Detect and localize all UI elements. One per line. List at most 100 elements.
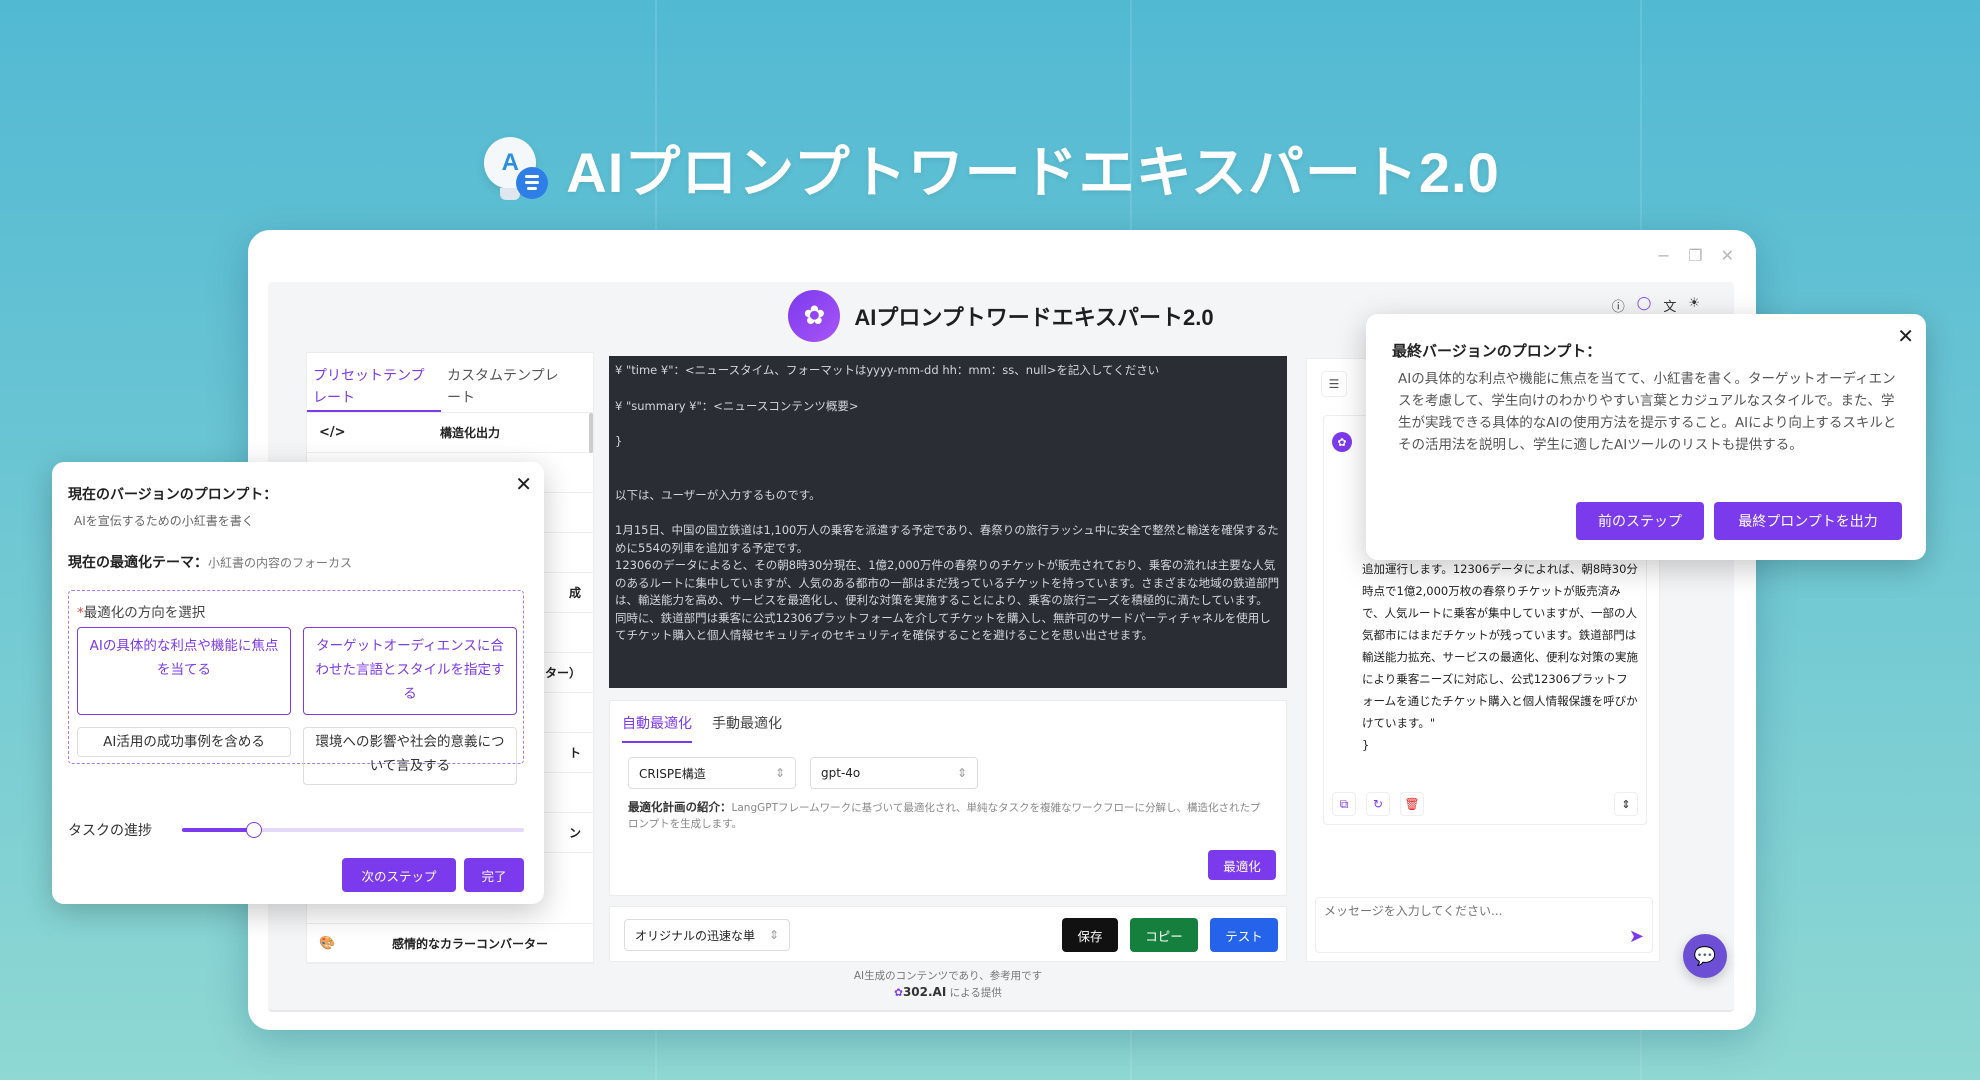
chat-icon[interactable]: ◯ <box>1637 296 1652 315</box>
done-button[interactable]: 完了 <box>464 858 524 892</box>
save-button[interactable]: 保存 <box>1062 918 1118 952</box>
editor-line: 1月15日、中国の国立鉄道は1,100万人の乗客を派遣する予定であり、春祭りの旅… <box>615 523 1279 555</box>
editor-line: 12306のデータによると、その朝8時30分現在、1億2,000万件の春祭りのチ… <box>615 558 1280 607</box>
optimization-theme: 現在の最適化テーマ：小紅書の内容のフォーカス <box>68 552 352 572</box>
theme-value: 小紅書の内容のフォーカス <box>208 556 353 570</box>
editor-line: 同時に、鉄道部門は乗客に公式12306プラットフォームを介してチケットを購入し、… <box>615 610 1271 643</box>
close-icon[interactable]: ✕ <box>1897 324 1914 348</box>
close-window-icon[interactable]: ✕ <box>1721 246 1734 265</box>
editor-line: } <box>615 434 623 448</box>
translate-icon[interactable]: 文 <box>1663 296 1676 315</box>
footer-note: AI生成のコンテンツであり、参考用です ✿302.AI による提供 <box>609 968 1287 1001</box>
progress-fill <box>182 828 254 832</box>
model-select-value: gpt-4o <box>821 766 861 780</box>
direction-option[interactable]: AIの具体的な利点や機能に焦点を当てる <box>77 627 291 715</box>
next-step-button[interactable]: 次のステップ <box>342 858 456 892</box>
chat-message-text: 追加運行します。12306データによれば、朝8時30分時点で1億2,000万枚の… <box>1362 558 1638 756</box>
test-button[interactable]: テスト <box>1210 918 1278 952</box>
brand-logo-icon: ✿ <box>894 987 903 999</box>
powered-by-text: による提供 <box>949 987 1002 999</box>
template-item[interactable]: </> 構造化出力 <box>307 413 593 453</box>
output-final-prompt-button[interactable]: 最終プロンプトを出力 <box>1714 502 1902 540</box>
app-logo-icon: ✿ <box>788 290 841 342</box>
optimization-panel: 自動最適化 手動最適化 CRISPE構造 ⇕ gpt-4o ⇕ 最適化計画の紹介… <box>609 700 1287 896</box>
template-name: 感情的なカラーコンバーター <box>391 936 548 951</box>
copy-icon[interactable]: ⧉ <box>1332 792 1356 816</box>
template-item[interactable]: 🎨 感情的なカラーコンバーター <box>307 923 593 963</box>
disclaimer-text: AI生成のコンテンツであり、参考用です <box>853 970 1043 982</box>
minimize-icon[interactable]: − <box>1657 246 1670 265</box>
direction-option[interactable]: 環境への影響や社会的意義について言及する <box>303 727 517 785</box>
header-icons: ⓘ ◯ 文 ☀ <box>1612 296 1700 315</box>
code-icon: </> <box>319 425 346 440</box>
editor-line: 以下は、ユーザーが入力するものです。 <box>615 487 821 502</box>
send-icon[interactable]: ➤ <box>1629 926 1644 947</box>
info-icon[interactable]: ⓘ <box>1612 296 1625 315</box>
chevron-updown-icon: ⇕ <box>774 766 785 780</box>
prompt-version-select[interactable]: オリジナルの迅速な単 ⇕ <box>624 919 790 951</box>
hero-header: A AIプロンプトワードエキスパート2.0 <box>0 128 1980 209</box>
tab-preset-templates[interactable]: プリセットテンプレート <box>307 353 441 412</box>
theme-toggle-icon[interactable]: ☀ <box>1688 296 1700 315</box>
chat-actions: ⧉ ↻ 🗑 <box>1332 792 1424 816</box>
chat-text-body: 追加運行します。12306データによれば、朝8時30分時点で1億2,000万枚の… <box>1362 562 1638 730</box>
optimization-plan: 最適化計画の紹介：LangGPTフレームワークに基づいて最適化され、単純なタスク… <box>628 799 1268 832</box>
window-controls: − ❐ ✕ <box>1657 246 1734 265</box>
tab-auto-optimize[interactable]: 自動最適化 <box>622 713 692 743</box>
message-box: ➤ <box>1315 897 1653 953</box>
palette-icon: 🎨 <box>319 935 336 951</box>
list-badge-icon <box>516 166 549 199</box>
progress-slider[interactable] <box>182 822 524 838</box>
progress-label: タスクの進捗 <box>68 823 152 839</box>
list-icon[interactable]: ☰ <box>1321 371 1347 397</box>
template-name-partial: ン <box>568 826 581 840</box>
direction-label: *最適化の方向を選択 <box>77 605 206 621</box>
template-tabs: プリセットテンプレート カスタムテンプレート <box>307 353 593 413</box>
chat-text-closing: } <box>1362 738 1370 752</box>
prompt-editor[interactable]: ¥ "time ¥"：<ニュースタイム、フォーマットはyyyy-mm-dd hh… <box>609 356 1287 688</box>
hero-title: AIプロンプトワードエキスパート2.0 <box>566 141 1500 204</box>
assistant-avatar-icon: ✿ <box>1332 432 1352 452</box>
template-name-partial: ター） <box>544 666 581 680</box>
template-name: 構造化出力 <box>439 426 500 440</box>
progress-thumb[interactable] <box>245 822 262 838</box>
framework-select-value: CRISPE構造 <box>639 766 706 781</box>
direction-option[interactable]: ターゲットオーディエンスに合わせた言語とスタイルを指定する <box>303 627 517 715</box>
prompt-version-value: オリジナルの迅速な単 <box>635 928 756 943</box>
current-prompt-dialog: ✕ 現在のバージョンのプロンプト： AIを宣伝するための小紅書を書く 現在の最適… <box>52 462 544 904</box>
final-prompt-dialog: ✕ 最終バージョンのプロンプト： AIの具体的な利点や機能に焦点を当てて、小紅書… <box>1366 314 1926 560</box>
template-name-partial: 成 <box>568 586 581 600</box>
chat-fab-icon[interactable]: 💬 <box>1683 934 1727 978</box>
collapse-icon[interactable]: ⇕ <box>1614 792 1638 816</box>
framework-select[interactable]: CRISPE構造 ⇕ <box>628 757 796 789</box>
delete-icon[interactable]: 🗑 <box>1400 792 1424 816</box>
optimization-selects: CRISPE構造 ⇕ gpt-4o ⇕ <box>628 757 978 789</box>
previous-step-button[interactable]: 前のステップ <box>1576 502 1704 540</box>
current-prompt-text: AIを宣伝するための小紅書を書く <box>74 514 254 528</box>
current-prompt-title: 現在のバージョンのプロンプト： <box>68 487 278 503</box>
optimization-tabs: 自動最適化 手動最適化 <box>610 701 1286 743</box>
plan-label: 最適化計画の紹介： <box>628 800 732 814</box>
direction-option[interactable]: AI活用の成功事例を含める <box>77 727 291 757</box>
tab-custom-templates[interactable]: カスタムテンプレート <box>441 353 575 412</box>
tab-manual-optimize[interactable]: 手動最適化 <box>712 713 782 743</box>
editor-line: ¥ "time ¥"：<ニュースタイム、フォーマットはyyyy-mm-dd hh… <box>615 363 1160 377</box>
restore-icon[interactable]: ❐ <box>1688 246 1702 265</box>
template-scrollbar[interactable] <box>589 413 593 453</box>
close-icon[interactable]: ✕ <box>515 472 532 496</box>
final-prompt-title: 最終バージョンのプロンプト： <box>1392 342 1602 360</box>
model-select[interactable]: gpt-4o ⇕ <box>810 757 978 789</box>
message-input[interactable] <box>1324 904 1604 918</box>
theme-label: 現在の最適化テーマ： <box>68 555 208 571</box>
template-name-partial: ト <box>568 746 581 760</box>
refresh-icon[interactable]: ↻ <box>1366 792 1390 816</box>
chevron-updown-icon: ⇕ <box>768 928 779 942</box>
editor-line: ¥ "summary ¥"：<ニュースコンテンツ概要> <box>615 398 859 413</box>
direction-selector: *最適化の方向を選択 AIの具体的な利点や機能に焦点を当てる ターゲットオーディ… <box>68 590 524 785</box>
app-title: AIプロンプトワードエキスパート2.0 <box>854 305 1214 330</box>
final-prompt-text: AIの具体的な利点や機能に焦点を当てて、小紅書を書く。ターゲットオーディエンスを… <box>1398 371 1897 453</box>
optimize-button[interactable]: 最適化 <box>1208 850 1276 880</box>
copy-button[interactable]: コピー <box>1130 918 1198 952</box>
lightbulb-logo-icon: A <box>480 133 550 205</box>
brand-name[interactable]: 302.AI <box>903 985 946 999</box>
